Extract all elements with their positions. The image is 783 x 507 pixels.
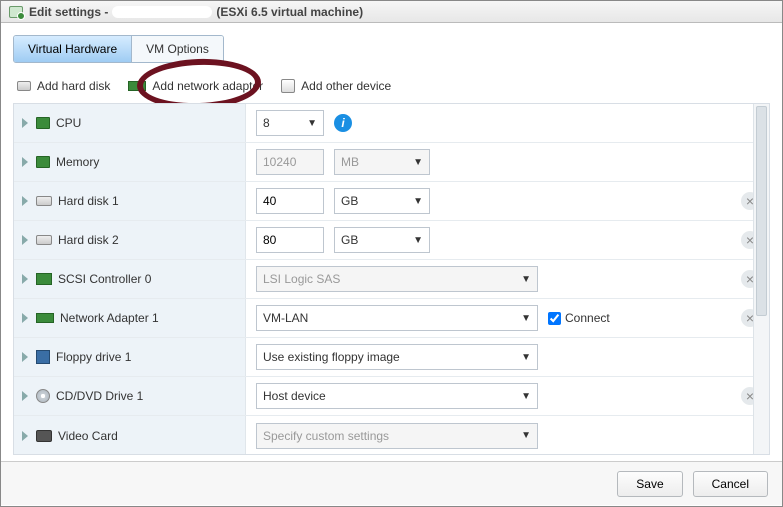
row-hard-disk-2: Hard disk 2 GB ▼ × bbox=[14, 221, 769, 260]
scsi-type-select: LSI Logic SAS ▼ bbox=[256, 266, 538, 292]
video-settings-select: Specify custom settings ▼ bbox=[256, 423, 538, 449]
row-hard-disk-1: Hard disk 1 GB ▼ × bbox=[14, 182, 769, 221]
cpu-icon bbox=[36, 117, 50, 129]
floppy-mode-select[interactable]: Use existing floppy image ▼ bbox=[256, 344, 538, 370]
memory-unit-select: MB ▼ bbox=[334, 149, 430, 175]
expander-icon[interactable] bbox=[22, 118, 28, 128]
row-label: CPU bbox=[56, 116, 81, 130]
hdd2-size-input[interactable] bbox=[256, 227, 324, 253]
chevron-down-icon: ▼ bbox=[413, 235, 423, 246]
window-titlebar: Edit settings - (ESXi 6.5 virtual machin… bbox=[1, 1, 782, 23]
save-button[interactable]: Save bbox=[617, 471, 682, 497]
row-label: CD/DVD Drive 1 bbox=[56, 389, 143, 403]
chevron-down-icon: ▼ bbox=[521, 430, 531, 441]
nic-network-select[interactable]: VM-LAN ▼ bbox=[256, 305, 538, 331]
row-scsi-controller: SCSI Controller 0 LSI Logic SAS ▼ × bbox=[14, 260, 769, 299]
select-value: 8 bbox=[263, 116, 270, 130]
hardware-grid: CPU 8 ▼ i Memory bbox=[13, 103, 770, 455]
scsi-icon bbox=[36, 273, 52, 285]
row-label: Hard disk 2 bbox=[58, 233, 119, 247]
dialog-footer: Save Cancel bbox=[1, 461, 782, 505]
title-suffix: (ESXi 6.5 virtual machine) bbox=[216, 5, 363, 19]
hard-disk-icon bbox=[36, 235, 52, 245]
cancel-button[interactable]: Cancel bbox=[693, 471, 768, 497]
row-floppy-drive-1: Floppy drive 1 Use existing floppy image… bbox=[14, 338, 769, 377]
network-adapter-icon bbox=[36, 313, 54, 323]
hdd2-unit-select[interactable]: GB ▼ bbox=[334, 227, 430, 253]
row-label: SCSI Controller 0 bbox=[58, 272, 151, 286]
vertical-scrollbar[interactable] bbox=[753, 104, 769, 454]
select-value: GB bbox=[341, 233, 358, 247]
select-value: Host device bbox=[263, 389, 326, 403]
expander-icon[interactable] bbox=[22, 274, 28, 284]
nic-connect-checkbox[interactable]: Connect bbox=[548, 311, 610, 325]
hard-disk-icon bbox=[17, 81, 31, 91]
tab-label: Virtual Hardware bbox=[28, 42, 117, 56]
toolbar-label: Add other device bbox=[301, 79, 391, 93]
expander-icon[interactable] bbox=[22, 235, 28, 245]
checkbox-input[interactable] bbox=[548, 312, 561, 325]
chevron-down-icon: ▼ bbox=[307, 118, 317, 129]
button-label: Cancel bbox=[712, 477, 749, 491]
video-card-icon bbox=[36, 430, 52, 442]
expander-icon[interactable] bbox=[22, 313, 28, 323]
select-value: Specify custom settings bbox=[263, 429, 389, 443]
cpu-count-select[interactable]: 8 ▼ bbox=[256, 110, 324, 136]
expander-icon[interactable] bbox=[22, 196, 28, 206]
expander-icon[interactable] bbox=[22, 431, 28, 441]
expander-icon[interactable] bbox=[22, 352, 28, 362]
select-value: LSI Logic SAS bbox=[263, 272, 340, 286]
cddvd-mode-select[interactable]: Host device ▼ bbox=[256, 383, 538, 409]
floppy-icon bbox=[36, 350, 50, 364]
chevron-down-icon: ▼ bbox=[413, 157, 423, 168]
toolbar-label: Add hard disk bbox=[37, 79, 110, 93]
hardware-toolbar: Add hard disk Add network adapter Add ot… bbox=[13, 73, 770, 103]
add-other-device-button[interactable]: Add other device bbox=[281, 79, 391, 93]
chevron-down-icon: ▼ bbox=[521, 313, 531, 324]
hdd1-unit-select[interactable]: GB ▼ bbox=[334, 188, 430, 214]
hdd1-size-input[interactable] bbox=[256, 188, 324, 214]
button-label: Save bbox=[636, 477, 663, 491]
row-label: Hard disk 1 bbox=[58, 194, 119, 208]
chevron-down-icon: ▼ bbox=[521, 391, 531, 402]
select-value: MB bbox=[341, 155, 359, 169]
row-cpu: CPU 8 ▼ i bbox=[14, 104, 769, 143]
chevron-down-icon: ▼ bbox=[413, 196, 423, 207]
tab-bar: Virtual Hardware VM Options bbox=[13, 35, 224, 63]
row-label: Memory bbox=[56, 155, 99, 169]
memory-input bbox=[256, 149, 324, 175]
row-label: Video Card bbox=[58, 429, 118, 443]
chevron-down-icon: ▼ bbox=[521, 274, 531, 285]
memory-icon bbox=[36, 156, 50, 168]
select-value: GB bbox=[341, 194, 358, 208]
tab-label: VM Options bbox=[146, 42, 209, 56]
checkbox-label: Connect bbox=[565, 311, 610, 325]
expander-icon[interactable] bbox=[22, 157, 28, 167]
select-value: VM-LAN bbox=[263, 311, 308, 325]
row-network-adapter-1: Network Adapter 1 VM-LAN ▼ Connect × bbox=[14, 299, 769, 338]
row-memory: Memory MB ▼ bbox=[14, 143, 769, 182]
hard-disk-icon bbox=[36, 196, 52, 206]
chevron-down-icon: ▼ bbox=[521, 352, 531, 363]
info-icon[interactable]: i bbox=[334, 114, 352, 132]
title-masked-name bbox=[112, 6, 212, 18]
expander-icon[interactable] bbox=[22, 391, 28, 401]
select-value: Use existing floppy image bbox=[263, 350, 400, 364]
row-label: Network Adapter 1 bbox=[60, 311, 159, 325]
network-adapter-icon bbox=[128, 81, 146, 91]
add-hard-disk-button[interactable]: Add hard disk bbox=[17, 79, 110, 93]
tab-vm-options[interactable]: VM Options bbox=[132, 36, 223, 62]
cd-icon bbox=[36, 389, 50, 403]
device-icon bbox=[281, 79, 295, 93]
title-prefix: Edit settings - bbox=[29, 5, 108, 19]
vm-icon bbox=[9, 6, 23, 18]
row-label: Floppy drive 1 bbox=[56, 350, 131, 364]
scrollbar-thumb[interactable] bbox=[756, 106, 767, 316]
toolbar-label: Add network adapter bbox=[152, 79, 263, 93]
tab-virtual-hardware[interactable]: Virtual Hardware bbox=[14, 36, 132, 62]
add-network-adapter-button[interactable]: Add network adapter bbox=[128, 79, 263, 93]
row-cd-dvd-drive-1: CD/DVD Drive 1 Host device ▼ × bbox=[14, 377, 769, 416]
row-video-card: Video Card Specify custom settings ▼ bbox=[14, 416, 769, 454]
